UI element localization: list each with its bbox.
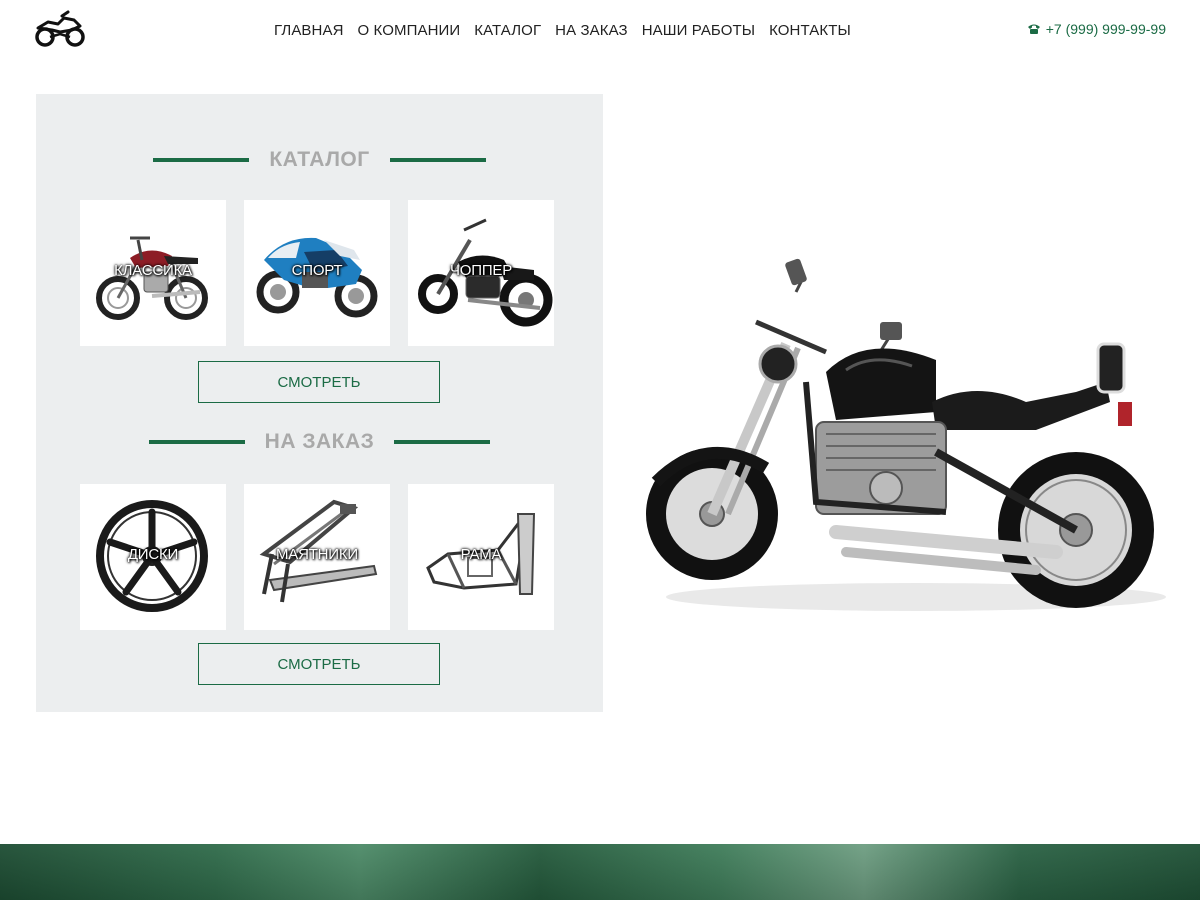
- nav-item-home[interactable]: ГЛАВНАЯ: [267, 20, 351, 42]
- hero-motorcycle-image: [646, 258, 1166, 611]
- custom-card-label: ДИСКИ: [127, 546, 179, 563]
- catalog-card-label: ЧОППЕР: [449, 262, 513, 279]
- heading-line-left: [153, 158, 250, 162]
- custom-card-swingarms[interactable]: МАЯТНИКИ: [244, 484, 390, 630]
- catalog-card-classic[interactable]: КЛАССИКА: [80, 200, 226, 346]
- motorcycle-icon[interactable]: [34, 10, 86, 50]
- custom-cards: ДИСКИ МАЯТНИКИ РАМА: [80, 484, 554, 630]
- footer-banner: [0, 844, 1200, 900]
- catalog-title: КАТАЛОГ: [269, 148, 370, 171]
- nav-item-our-works[interactable]: НАШИ РАБОТЫ: [635, 20, 762, 42]
- custom-card-frame[interactable]: РАМА: [408, 484, 554, 630]
- custom-title: НА ЗАКАЗ: [264, 430, 375, 453]
- heading-line-right: [389, 158, 486, 162]
- heading-line-right: [394, 440, 491, 444]
- nav-item-about[interactable]: О КОМПАНИИ: [351, 20, 468, 42]
- categories-panel: КАТАЛОГ КЛАССИКА СПОРТ ЧОППЕР СМОТРЕТЬ Н…: [36, 94, 603, 712]
- custom-view-button[interactable]: СМОТРЕТЬ: [198, 643, 440, 685]
- site-header: ГЛАВНАЯ О КОМПАНИИ КАТАЛОГ НА ЗАКАЗ НАШИ…: [0, 0, 1200, 62]
- phone-icon: [1027, 24, 1040, 34]
- catalog-card-chopper[interactable]: ЧОППЕР: [408, 200, 554, 346]
- main-nav: ГЛАВНАЯ О КОМПАНИИ КАТАЛОГ НА ЗАКАЗ НАШИ…: [267, 20, 858, 42]
- nav-item-contacts[interactable]: КОНТАКТЫ: [762, 20, 858, 42]
- nav-item-custom-order[interactable]: НА ЗАКАЗ: [548, 20, 635, 42]
- phone-link[interactable]: +7 (999) 999-99-99: [1027, 21, 1166, 37]
- nav-item-catalog[interactable]: КАТАЛОГ: [467, 20, 548, 42]
- catalog-card-sport[interactable]: СПОРТ: [244, 200, 390, 346]
- custom-heading: НА ЗАКАЗ: [36, 427, 603, 457]
- catalog-cards: КЛАССИКА СПОРТ ЧОППЕР: [80, 200, 554, 346]
- catalog-view-button[interactable]: СМОТРЕТЬ: [198, 361, 440, 403]
- phone-number: +7 (999) 999-99-99: [1045, 21, 1166, 37]
- catalog-card-label: КЛАССИКА: [114, 262, 192, 279]
- custom-card-label: МАЯТНИКИ: [275, 546, 359, 563]
- catalog-heading: КАТАЛОГ: [36, 145, 603, 175]
- catalog-card-label: СПОРТ: [291, 262, 343, 279]
- heading-line-left: [148, 440, 245, 444]
- custom-card-label: РАМА: [460, 546, 502, 563]
- custom-card-wheels[interactable]: ДИСКИ: [80, 484, 226, 630]
